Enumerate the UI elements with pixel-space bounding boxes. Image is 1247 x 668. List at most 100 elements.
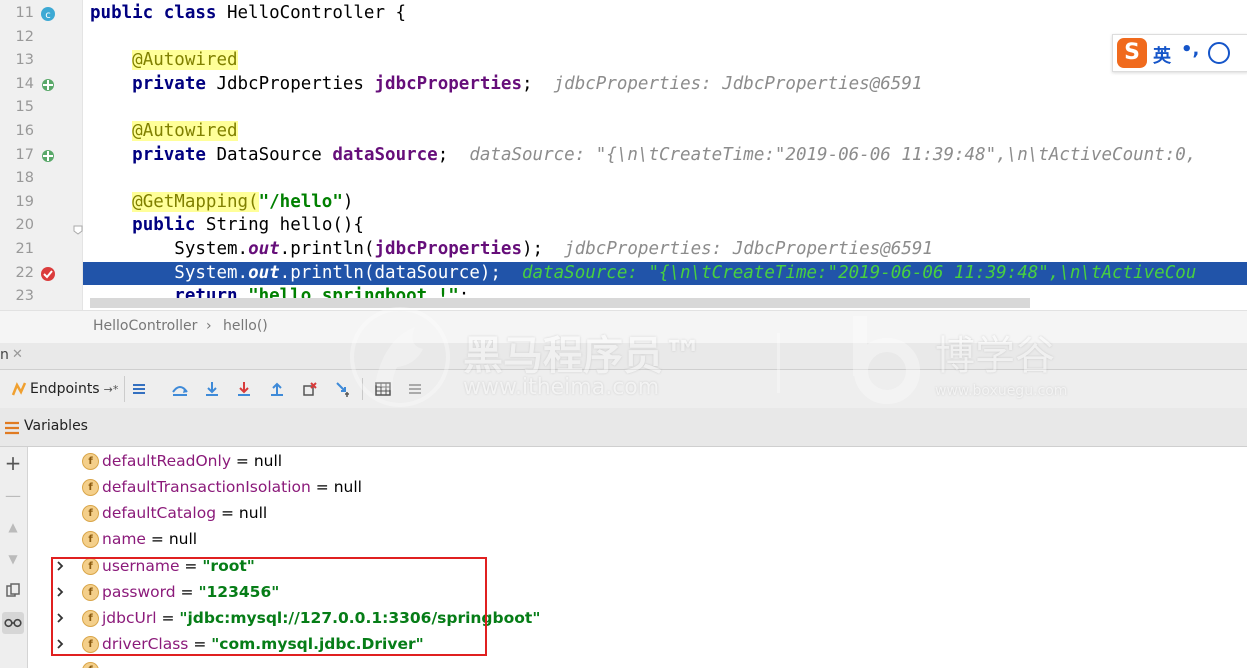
variable-row[interactable]: f defaultTransactionIsolation = null	[55, 474, 1055, 500]
code-line-15[interactable]: 15	[0, 96, 1247, 120]
code-line-13[interactable]: 13 @Autowired	[0, 49, 1247, 73]
code-text: System.out.println(jdbcProperties); jdbc…	[174, 239, 933, 259]
show-execution-point-icon[interactable]	[169, 378, 191, 400]
debug-tab-row: n ✕	[0, 343, 1247, 370]
variable-name: defaultCatalog	[102, 504, 217, 522]
line-number: 17	[15, 146, 34, 163]
variable-row[interactable]: f name = null	[55, 526, 1055, 552]
code-text: private JdbcProperties jdbcProperties; j…	[132, 73, 923, 94]
code-line-18[interactable]: 18	[0, 167, 1247, 191]
code-line-11[interactable]: 11 c public class HelloController {	[0, 2, 1247, 26]
code-text: @GetMapping("/hello")	[132, 191, 354, 212]
move-down-icon[interactable]: ▼	[2, 548, 24, 570]
field-icon: f	[82, 479, 99, 496]
variable-row[interactable]: f defaultReadOnly = null	[55, 448, 1055, 474]
code-line-21[interactable]: 21 System.out.println(jdbcProperties); j…	[0, 238, 1247, 262]
autowired-bean-icon[interactable]	[40, 148, 56, 164]
field-icon: f	[82, 453, 99, 470]
line-number: 22	[15, 264, 34, 281]
line-number: 11	[15, 5, 34, 21]
debug-tab-label[interactable]: n	[0, 347, 9, 363]
evaluate-expression-icon[interactable]	[372, 378, 394, 400]
breadcrumb-method[interactable]: hello()	[223, 318, 268, 334]
breadcrumb-class[interactable]: HelloController	[93, 318, 197, 334]
code-line-17[interactable]: 17 private DataSource dataSource; dataSo…	[0, 144, 1247, 168]
field-icon: f	[82, 505, 99, 522]
line-number: 20	[15, 217, 34, 234]
endpoints-label: Endpoints	[30, 381, 100, 397]
close-tab-icon[interactable]: ✕	[12, 347, 23, 362]
endpoints-icon	[11, 382, 27, 396]
step-out-icon[interactable]	[266, 378, 288, 400]
current-line-highlight: System.out.println(dataSource); dataSour…	[83, 261, 1247, 286]
code-text: @Autowired	[132, 121, 238, 141]
variable-value: null	[168, 530, 198, 548]
ime-toolbar[interactable]: S 英 •,	[1112, 34, 1247, 72]
code-text: System.out.println(dataSource); dataSour…	[174, 262, 1197, 283]
variable-name: defaultReadOnly	[102, 452, 231, 470]
field-icon: f	[82, 531, 99, 548]
remove-watch-icon[interactable]: —	[2, 484, 24, 506]
inline-debug-value: dataSource: "{\n\tCreateTime:"2019-06-06…	[469, 144, 1197, 165]
breadcrumb-separator: ›	[206, 318, 212, 334]
emoji-icon[interactable]	[1208, 42, 1230, 64]
move-up-icon[interactable]: ▲	[2, 516, 24, 538]
breakpoint-icon[interactable]	[40, 266, 56, 282]
run-to-cursor-icon[interactable]	[332, 378, 354, 400]
horizontal-scrollbar[interactable]	[90, 298, 1030, 308]
step-over-icon[interactable]	[201, 378, 223, 400]
variables-icon	[5, 421, 19, 435]
annotation-highlight-box	[51, 557, 487, 656]
fold-marker-icon[interactable]	[73, 220, 83, 236]
variables-side-toolbar: + — ▲ ▼	[0, 447, 28, 668]
drop-frame-icon[interactable]	[299, 378, 321, 400]
line-number: 23	[15, 288, 34, 305]
code-line-22-current[interactable]: 22 System.out.println(dataSource); dataS…	[0, 261, 1247, 286]
variables-title: Variables	[24, 418, 88, 434]
variable-value: null	[238, 504, 268, 522]
code-text: @Autowired	[132, 50, 238, 71]
ime-language-toggle[interactable]: 英	[1153, 42, 1171, 68]
toolbar-separator	[362, 378, 363, 400]
add-watch-icon[interactable]: +	[2, 451, 24, 475]
line-number: 21	[15, 241, 34, 257]
code-line-20[interactable]: 20 public String hello(){	[0, 214, 1247, 238]
code-line-19[interactable]: 19 @GetMapping("/hello")	[0, 191, 1247, 215]
svg-text:c: c	[45, 10, 51, 21]
inline-debug-value: dataSource: "{\n\tCreateTime:"2019-06-06…	[522, 262, 1197, 283]
line-number: 13	[15, 52, 34, 69]
variable-name: defaultTransactionIsolation	[102, 478, 311, 496]
variable-row[interactable]: f defaultCatalog = null	[55, 500, 1055, 526]
variable-value: null	[333, 478, 362, 496]
field-icon: f	[82, 662, 99, 668]
show-watches-icon[interactable]	[2, 612, 24, 634]
variable-name: name	[102, 530, 146, 548]
variable-value: null	[253, 452, 283, 470]
variable-row-partial[interactable]: f	[55, 657, 1055, 668]
autowired-bean-icon[interactable]	[40, 77, 56, 93]
line-number: 18	[15, 170, 34, 187]
class-icon[interactable]: c	[40, 6, 56, 22]
step-into-icon[interactable]	[233, 378, 255, 400]
code-line-16[interactable]: 16 @Autowired	[0, 120, 1247, 144]
inline-debug-value: jdbcProperties: JdbcProperties@6591	[553, 73, 923, 94]
endpoints-button[interactable]: Endpoints →*	[6, 376, 126, 402]
trace-current-stream-icon[interactable]	[404, 378, 426, 400]
code-line-14[interactable]: 14 private JdbcProperties jdbcProperties…	[0, 73, 1247, 97]
line-number: 14	[15, 75, 34, 92]
code-text: public class HelloController {	[90, 3, 407, 23]
line-number: 12	[15, 28, 34, 45]
menu-icon[interactable]	[128, 378, 150, 400]
inline-debug-value: jdbcProperties: JdbcProperties@6591	[564, 239, 933, 259]
debugger-toolbar: Endpoints →*	[0, 370, 1247, 409]
code-line-12[interactable]: 12	[0, 26, 1247, 50]
code-text: public String hello(){	[132, 215, 364, 236]
line-number: 19	[15, 193, 34, 210]
ime-punctuation-toggle[interactable]: •,	[1181, 39, 1199, 60]
sogou-logo-icon[interactable]: S	[1117, 38, 1147, 68]
code-editor[interactable]: 11 c public class HelloController { 12 1…	[0, 0, 1247, 310]
line-number: 15	[15, 99, 34, 116]
line-number: 16	[15, 123, 34, 139]
copy-icon[interactable]	[2, 580, 24, 602]
variables-panel-header: Variables	[0, 408, 1247, 447]
